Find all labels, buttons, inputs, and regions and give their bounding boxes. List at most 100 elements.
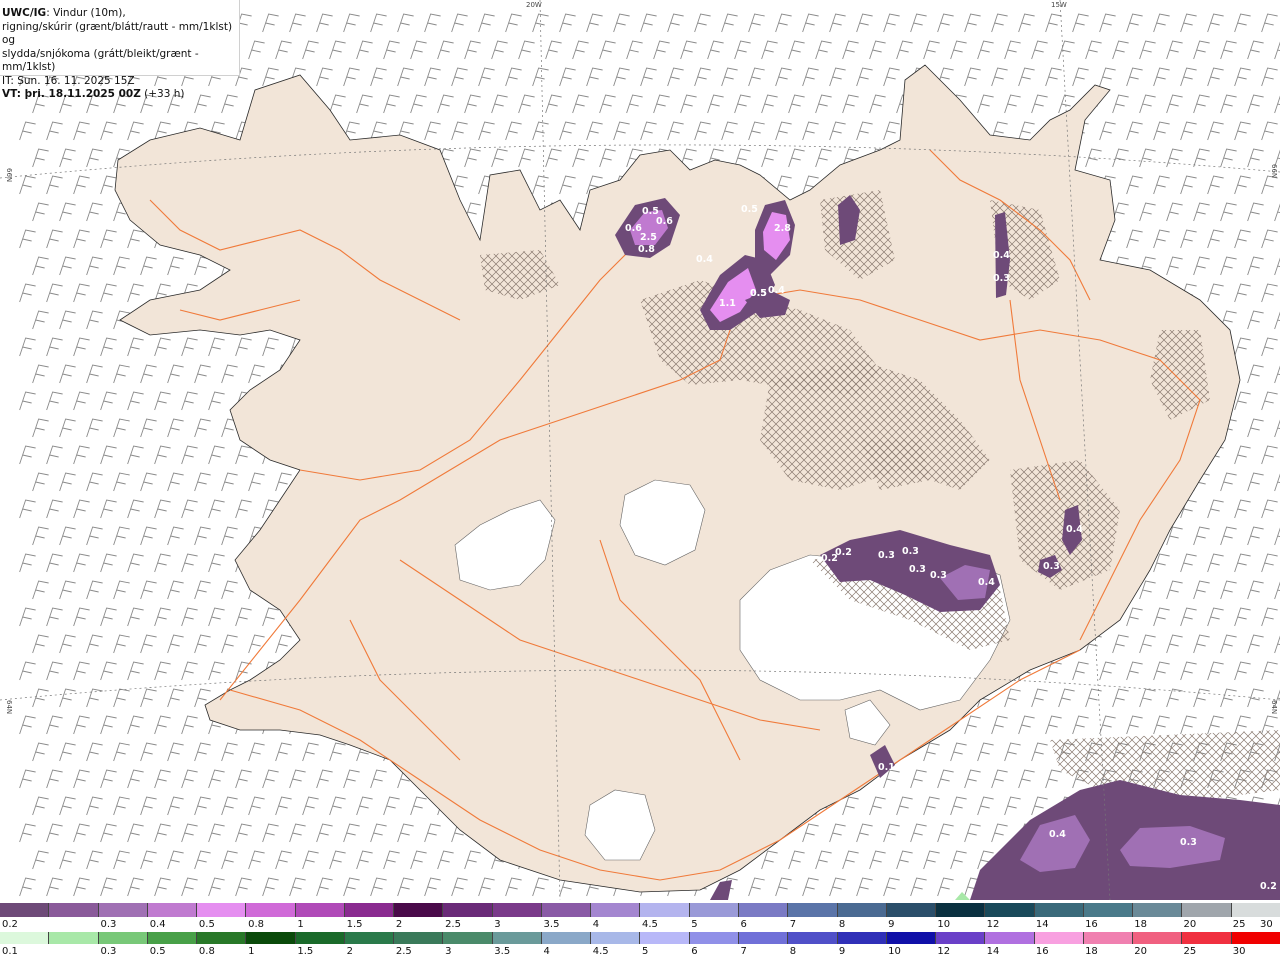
wind-barb <box>1072 661 1089 681</box>
wind-barb <box>86 310 103 330</box>
lat-label-66n-right: 66N <box>1270 164 1278 178</box>
wind-barb <box>1247 472 1264 492</box>
wind-barb <box>181 661 198 681</box>
wind-barb <box>1099 715 1116 735</box>
legend-swatch <box>1083 932 1134 944</box>
wind-barb <box>1193 94 1210 114</box>
wind-barb <box>343 13 360 33</box>
wind-barb <box>1126 607 1143 627</box>
wind-barb <box>1220 202 1237 222</box>
wind-barb <box>154 769 171 789</box>
wind-barb <box>113 796 130 816</box>
wind-barb <box>829 121 846 141</box>
wind-barb <box>46 661 63 681</box>
wind-barb <box>505 67 522 87</box>
wind-barb <box>964 823 981 843</box>
wind-barb <box>626 40 643 60</box>
legend-swatch <box>98 932 148 944</box>
wind-barb <box>370 13 387 33</box>
wind-barb <box>100 877 117 897</box>
wind-barb <box>154 391 171 411</box>
wind-barb <box>1274 635 1280 654</box>
legend-swatch <box>492 932 542 944</box>
legend-swatch <box>492 903 542 917</box>
wind-barb <box>59 688 76 708</box>
wind-barb <box>86 418 103 438</box>
legend-tick-label: 10 <box>888 946 901 957</box>
wind-barb <box>640 121 657 141</box>
wind-barb <box>100 445 117 465</box>
wind-barb <box>167 580 184 600</box>
wind-barb <box>1180 229 1197 249</box>
wind-barb <box>883 823 900 843</box>
legend-swatch <box>246 903 296 917</box>
wind-barb <box>1139 688 1156 708</box>
wind-barb <box>221 580 238 600</box>
wind-barb <box>154 823 171 843</box>
wind-barb <box>586 13 603 33</box>
wind-barb <box>950 850 967 870</box>
wind-barb <box>181 715 198 735</box>
wind-barb <box>1045 769 1062 789</box>
wind-barb <box>1261 283 1278 303</box>
wind-barb <box>235 823 252 843</box>
legend-swatch <box>738 903 789 917</box>
wind-barb <box>208 877 225 897</box>
wind-barb <box>1153 175 1170 195</box>
legend-tick-label: 20 <box>1134 946 1148 957</box>
legend-tick-label: 25 <box>1232 919 1246 930</box>
wind-barb <box>694 13 711 33</box>
wind-barb <box>100 553 117 573</box>
legend-swatch <box>689 903 739 917</box>
wind-barb <box>842 850 859 870</box>
wind-barb <box>1180 661 1197 681</box>
wind-barb <box>46 823 63 843</box>
wind-barb <box>532 121 549 141</box>
wind-barb <box>1031 688 1048 708</box>
legend-tick-label: 0.3 <box>100 946 117 957</box>
wind-barb <box>356 94 373 114</box>
wind-barb <box>32 418 49 438</box>
wind-barb <box>59 256 76 276</box>
wind-barb <box>775 67 792 87</box>
legend-tick-label: 4 <box>592 919 600 930</box>
wind-barb <box>950 40 967 60</box>
wind-barb <box>167 796 184 816</box>
wind-barb <box>343 769 360 789</box>
wind-barb <box>46 553 63 573</box>
wind-barb <box>856 121 873 141</box>
legend-tick-label: 6 <box>740 919 747 930</box>
wind-barb <box>167 364 184 384</box>
wind-barb <box>235 337 252 357</box>
wind-barb <box>208 391 225 411</box>
legend-swatch <box>295 932 345 944</box>
wind-barb <box>59 202 76 222</box>
wind-barb <box>1045 13 1062 33</box>
wind-barb <box>1261 445 1278 465</box>
wind-barb <box>1153 607 1170 627</box>
wind-barb <box>1045 661 1062 681</box>
wind-barb <box>140 742 157 762</box>
wind-barb <box>1126 229 1143 249</box>
precip-label: 0.4 <box>696 254 713 265</box>
wind-barb <box>815 94 832 114</box>
wind-barb <box>154 715 171 735</box>
wind-barb <box>1234 391 1251 411</box>
forecast-map-view: 20W 15W 66N 66N 64N 64N 0.5 0.6 0.6 0.8 … <box>0 0 1280 960</box>
wind-barb <box>559 121 576 141</box>
wind-barb <box>1220 148 1237 168</box>
legend-swatch <box>1083 903 1134 917</box>
wind-barb <box>856 67 873 87</box>
wind-barb <box>1112 148 1129 168</box>
legend-swatch <box>98 903 148 917</box>
wind-barb <box>1234 283 1251 303</box>
wind-barb <box>1261 13 1278 33</box>
wind-barb <box>248 742 265 762</box>
precip-label: 0.3 <box>930 570 947 581</box>
wind-barb <box>19 823 36 843</box>
legend-swatch <box>788 932 838 944</box>
wind-barb <box>451 877 468 897</box>
wind-barb <box>761 148 778 168</box>
wind-barb <box>1274 257 1280 276</box>
legend-swatch <box>640 903 690 917</box>
